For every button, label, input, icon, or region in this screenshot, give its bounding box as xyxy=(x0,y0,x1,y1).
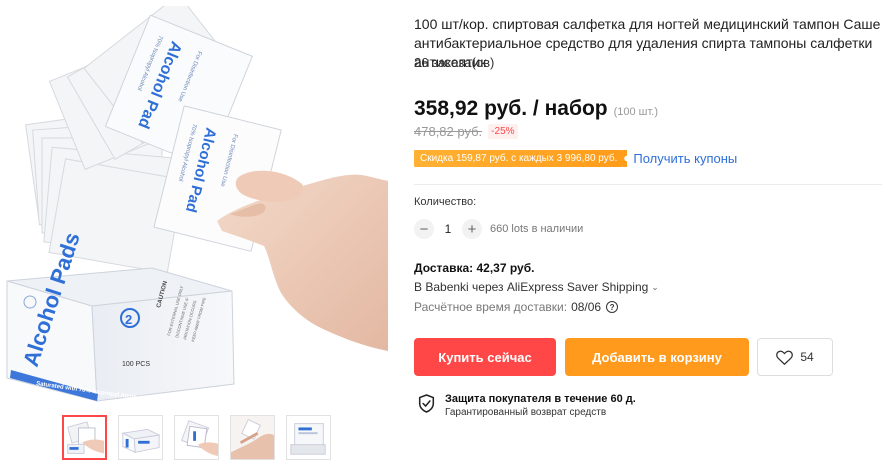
shipping-method-selector[interactable]: В Babenki через AliExpress Saver Shippin… xyxy=(414,280,659,294)
price-row: 358,92 руб. / набор (100 шт.) xyxy=(414,97,658,121)
thumbnail-3[interactable] xyxy=(174,415,219,460)
quantity-stepper: − 1 + 660 lots в наличии xyxy=(414,219,583,239)
price-unit: (100 шт.) xyxy=(613,106,659,118)
svg-text:100 PCS: 100 PCS xyxy=(122,361,150,368)
shield-check-icon xyxy=(418,394,435,413)
main-product-image[interactable]: Alcohol Pad 70% Isopropyl Alcohol For Di… xyxy=(2,6,388,402)
current-price: 358,92 руб. / набор xyxy=(414,97,608,120)
quantity-value[interactable]: 1 xyxy=(434,222,462,236)
get-coupons-link[interactable]: Получить купоны xyxy=(633,151,737,166)
order-count: 26 заказа(ов) xyxy=(414,55,495,70)
quantity-decrease-button[interactable]: − xyxy=(414,219,434,239)
thumbnail-4[interactable] xyxy=(230,415,275,460)
old-price: 478,82 руб. xyxy=(414,124,483,139)
chevron-down-icon: ⌄ xyxy=(651,281,659,292)
wishlist-count: 54 xyxy=(800,350,814,364)
coupon-badge: Скидка 159,87 руб. с каждых 3 996,80 руб… xyxy=(414,150,628,167)
quantity-label: Количество: xyxy=(414,196,477,208)
shipping-cost: Доставка: 42,37 руб. xyxy=(414,261,535,275)
wishlist-button[interactable]: 54 xyxy=(757,338,833,376)
add-to-cart-button[interactable]: Добавить в корзину xyxy=(565,338,749,376)
thumbnail-strip xyxy=(62,415,331,463)
delivery-time-value: 08/06 xyxy=(571,300,602,314)
help-circle-icon[interactable]: ? xyxy=(606,301,619,313)
old-price-row: 478,82 руб. -25% xyxy=(414,124,518,139)
stock-availability: 660 lots в наличии xyxy=(490,223,584,235)
divider xyxy=(414,184,882,185)
heart-icon xyxy=(776,350,794,365)
shipping-route-text: В Babenki через AliExpress Saver Shippin… xyxy=(414,280,649,294)
protection-title: Защита покупателя в течение 60 д. xyxy=(445,393,636,405)
discount-badge: -25% xyxy=(488,124,518,139)
thumbnail-2[interactable] xyxy=(118,415,163,460)
thumbnail-5[interactable] xyxy=(286,415,331,460)
delivery-time: Расчётное время доставки: 08/06 ? xyxy=(414,300,619,314)
protection-subtitle: Гарантированный возврат средств xyxy=(445,407,607,418)
quantity-increase-button[interactable]: + xyxy=(462,219,482,239)
thumbnail-1[interactable] xyxy=(62,415,107,460)
coupon-row: Скидка 159,87 руб. с каждых 3 996,80 руб… xyxy=(414,150,737,167)
action-buttons: Купить сейчас Добавить в корзину 54 xyxy=(414,338,833,376)
delivery-time-label: Расчётное время доставки: xyxy=(414,300,568,314)
image-gallery: Alcohol Pad 70% Isopropyl Alcohol For Di… xyxy=(0,0,392,470)
buyer-protection: Защита покупателя в течение 60 д. Гарант… xyxy=(418,392,636,420)
product-photo: Alcohol Pad 70% Isopropyl Alcohol For Di… xyxy=(6,6,388,402)
buy-now-button[interactable]: Купить сейчас xyxy=(414,338,556,376)
svg-text:2: 2 xyxy=(125,312,132,327)
